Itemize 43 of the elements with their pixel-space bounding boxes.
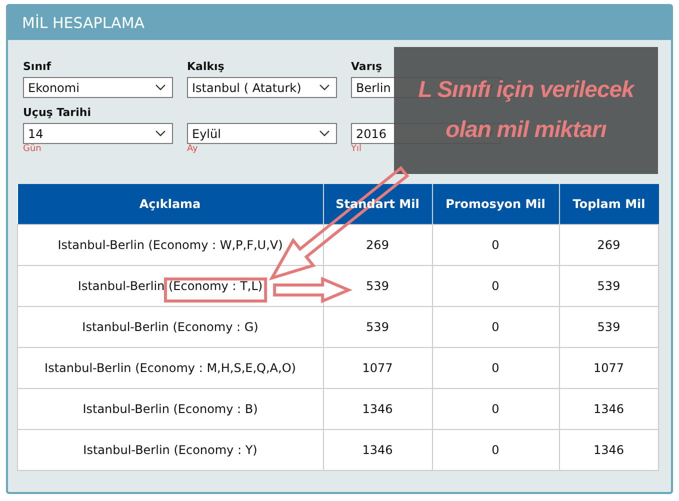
table-cell: 1346 — [559, 388, 658, 430]
field-label: Kalkış — [187, 60, 224, 73]
table-cell: Istanbul-Berlin (Economy : Y) — [83, 443, 258, 457]
field-label: Varış — [351, 60, 382, 73]
table-cell: 539 — [323, 306, 432, 348]
field-hint: Gün — [23, 144, 42, 154]
table-cell: Istanbul-Berlin (Economy : G) — [82, 320, 258, 334]
table-cell: 0 — [432, 430, 559, 470]
field-label: Sınıf — [23, 60, 52, 73]
table-cell: Istanbul-Berlin (Economy : T,L) — [78, 279, 263, 293]
table-cell: Istanbul-Berlin (Economy : B) — [82, 402, 258, 416]
table-cell: 1077 — [323, 348, 432, 388]
column-header: Toplam Mil — [572, 197, 646, 211]
field-label: Uçuş Tarihi — [23, 106, 91, 119]
table-cell: 1346 — [323, 388, 432, 430]
chevron-icon — [155, 84, 166, 91]
dropdown[interactable]: Ekonomi — [23, 77, 173, 98]
chevron-icon — [319, 130, 330, 137]
dropdown[interactable]: Eylül — [187, 123, 337, 144]
chevron-icon — [319, 84, 330, 91]
table-cell: 0 — [432, 266, 559, 306]
table-cell: 269 — [323, 224, 432, 266]
column-header: Promosyon Mil — [446, 197, 546, 211]
table-cell: Istanbul-Berlin (Economy : M,H,S,E,Q,A,O) — [44, 361, 296, 375]
table-cell: 0 — [432, 348, 559, 388]
table-cell: 0 — [432, 224, 559, 266]
table-cell: 0 — [432, 306, 559, 348]
dropdown[interactable]: 14 — [23, 123, 173, 144]
table-cell: 539 — [559, 306, 658, 348]
table-cell: 539 — [559, 266, 658, 306]
table-cell: 269 — [559, 224, 658, 266]
chevron-icon — [155, 130, 166, 137]
column-header: Açıklama — [139, 197, 201, 211]
table-cell: 1346 — [559, 430, 658, 470]
dropdown[interactable]: Istanbul ( Ataturk) — [187, 77, 337, 98]
callout-text: L Sınıfı için verilecek olan mil miktarı — [417, 75, 636, 144]
table-cell: 1346 — [323, 430, 432, 470]
table-cell: 0 — [432, 388, 559, 430]
table-cell: 1077 — [559, 348, 658, 388]
panel-title: MİL HESAPLAMA — [22, 14, 145, 32]
field-hint: Yıl — [351, 144, 362, 154]
table-cell: Istanbul-Berlin (Economy : W,P,F,U,V) — [58, 238, 283, 252]
field-hint: Ay — [187, 144, 198, 154]
